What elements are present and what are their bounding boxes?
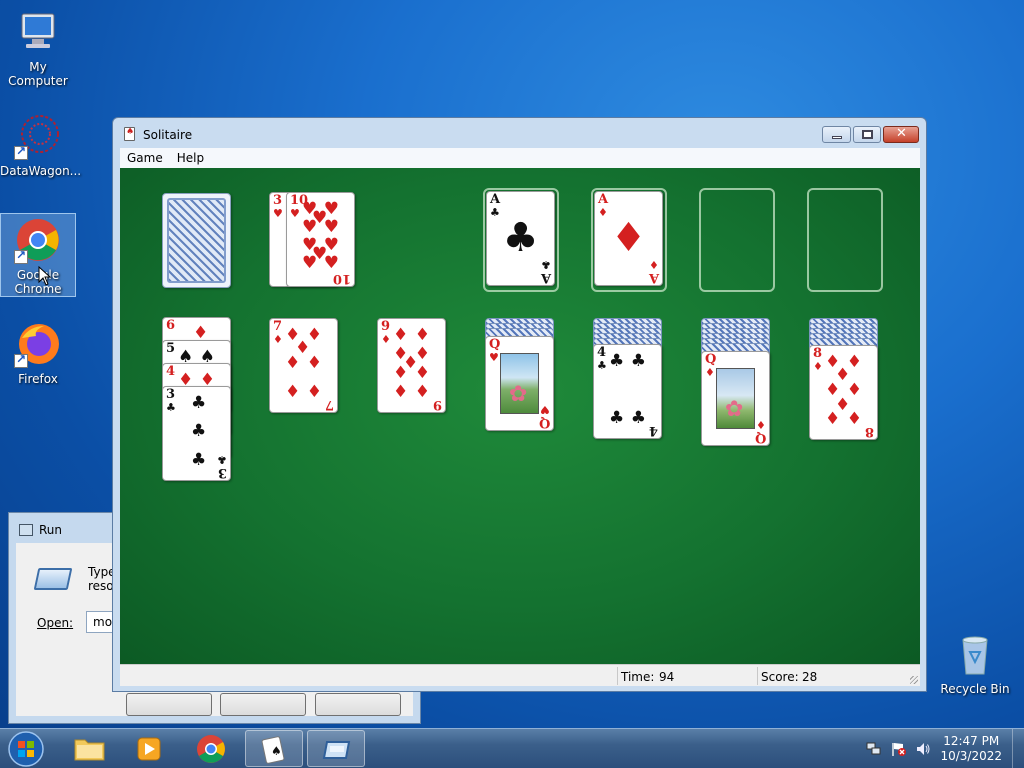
close-button[interactable]: ✕ xyxy=(883,126,919,143)
desktop-icon-firefox[interactable]: Firefox xyxy=(0,320,76,386)
status-divider xyxy=(757,667,758,685)
mouse-cursor-icon xyxy=(38,265,52,289)
run-cancel-button[interactable] xyxy=(220,693,306,716)
desktop-icon-label: DataWagon... xyxy=(0,164,82,178)
shortcut-arrow-icon xyxy=(14,248,28,264)
windows-logo-icon xyxy=(8,731,44,767)
media-player-icon xyxy=(137,737,161,761)
stock-pile[interactable] xyxy=(162,193,231,288)
tableau-7-card-1[interactable]: 8 ♦ ♦ ♦ ♦ ♦ ♦ ♦ ♦ ♦ 8 xyxy=(809,345,878,440)
taskbar-media-player[interactable] xyxy=(120,730,178,767)
tableau-2-card-1[interactable]: 7 ♦ ♦ ♦ ♦ ♦ ♦ ♦ ♦ 7 xyxy=(269,318,338,413)
solitaire-app-icon: ♠ xyxy=(124,127,135,141)
taskbar-solitaire[interactable]: ♠ xyxy=(245,730,303,767)
maximize-icon xyxy=(862,130,873,139)
desktop-icon-recycle-bin[interactable]: Recycle Bin xyxy=(937,630,1013,696)
time-label: Time: xyxy=(621,670,655,684)
desktop-icon-label: Recycle Bin xyxy=(940,682,1010,696)
window-title: Solitaire xyxy=(143,128,193,142)
waste-card-top[interactable]: 10 ♥ 10 ♥ ♥ ♥ ♥ ♥ ♥ ♥ ♥ ♥ ♥ xyxy=(286,192,355,287)
volume-icon[interactable] xyxy=(915,741,931,757)
menu-bar: Game Help xyxy=(120,148,920,168)
folder-icon xyxy=(74,739,105,761)
foundation-slot-3[interactable] xyxy=(699,188,775,292)
run-browse-button[interactable] xyxy=(315,693,401,716)
network-icon[interactable] xyxy=(866,741,882,757)
taskbar-chrome[interactable] xyxy=(182,730,240,767)
status-bar: Time: 94 Score: 28 xyxy=(120,664,920,686)
firefox-icon xyxy=(14,320,62,368)
resize-grip-icon[interactable] xyxy=(910,676,918,684)
action-center-flag-icon[interactable] xyxy=(891,741,907,757)
taskbar-run[interactable] xyxy=(307,730,365,767)
minimize-button[interactable] xyxy=(822,126,851,143)
svg-text:♠: ♠ xyxy=(271,744,282,758)
time-value: 94 xyxy=(659,670,675,684)
shortcut-arrow-icon xyxy=(14,352,28,368)
menu-game[interactable]: Game xyxy=(120,148,170,168)
taskbar-clock[interactable]: 12:47 PM 10/3/2022 xyxy=(940,734,1002,764)
run-icon xyxy=(322,741,351,759)
desktop-icon-datawagon[interactable]: DataWagon... xyxy=(0,112,82,178)
close-icon: ✕ xyxy=(896,126,907,141)
foundation-card-1[interactable]: A ♣ ♣ A ♣ xyxy=(486,191,555,286)
foundation-card-2[interactable]: A ♦ ♦ A ♦ xyxy=(594,191,663,286)
queen-art-image xyxy=(500,353,539,414)
clock-time: 12:47 PM xyxy=(943,734,1000,748)
card-pips: ♥ ♥ ♥ ♥ ♥ ♥ ♥ ♥ ♥ ♥ xyxy=(302,199,339,273)
desktop-icon-label: Firefox xyxy=(18,372,58,386)
desktop-icon-my-computer[interactable]: My Computer xyxy=(0,8,76,88)
taskbar: ♠ 12:47 PM 10/3/2022 xyxy=(0,728,1024,768)
game-felt[interactable]: 3 ♥ 10 ♥ 10 ♥ ♥ ♥ ♥ ♥ ♥ ♥ ♥ ♥ ♥ A ♣ ♣ A ♣ xyxy=(120,168,920,664)
desktop-icon-label: My Computer xyxy=(8,60,68,88)
foundation-slot-4[interactable] xyxy=(807,188,883,292)
chrome-icon xyxy=(197,735,225,763)
run-program-icon xyxy=(33,568,73,590)
tableau-5-card-1[interactable]: 4 ♣ ♣ ♣ ♣ ♣ 4 xyxy=(593,344,662,439)
solitaire-icon: ♠ xyxy=(261,736,285,764)
menu-help[interactable]: Help xyxy=(170,148,211,168)
score-label: Score: xyxy=(761,670,799,684)
chrome-icon xyxy=(14,216,62,264)
shortcut-arrow-icon xyxy=(14,144,28,160)
tableau-3-card-1[interactable]: 9 ♦ ♦ ♦ ♦ ♦ ♦ ♦ ♦ ♦ ♦ 9 xyxy=(377,318,446,413)
minimize-icon xyxy=(832,136,842,139)
run-open-label: Open: xyxy=(37,616,74,630)
tableau-4-card-1[interactable]: Q ♥ Q ♥ xyxy=(485,336,554,431)
queen-art-image xyxy=(716,368,755,429)
run-ok-button[interactable] xyxy=(126,693,212,716)
run-icon xyxy=(19,524,33,536)
title-bar[interactable]: ♠ Solitaire ✕ xyxy=(113,118,926,148)
maximize-button[interactable] xyxy=(853,126,881,143)
recycle-bin-icon xyxy=(951,630,999,678)
tableau-6-card-1[interactable]: Q ♦ Q ♦ xyxy=(701,351,770,446)
show-desktop-button[interactable] xyxy=(1012,729,1024,768)
score-value: 28 xyxy=(802,670,818,684)
clock-date: 10/3/2022 xyxy=(940,749,1002,763)
taskbar-explorer[interactable] xyxy=(60,730,118,767)
status-divider xyxy=(617,667,618,685)
tableau-1-card-4[interactable]: 3 ♣ ♣ ♣ ♣ 3 ♣ xyxy=(162,386,231,481)
start-button[interactable] xyxy=(6,730,46,768)
datawagon-icon xyxy=(14,112,62,160)
solitaire-window: ♠ Solitaire ✕ Game Help 3 ♥ 10 ♥ 10 ♥ ♥ ♥ … xyxy=(112,117,927,692)
computer-icon xyxy=(14,8,62,56)
